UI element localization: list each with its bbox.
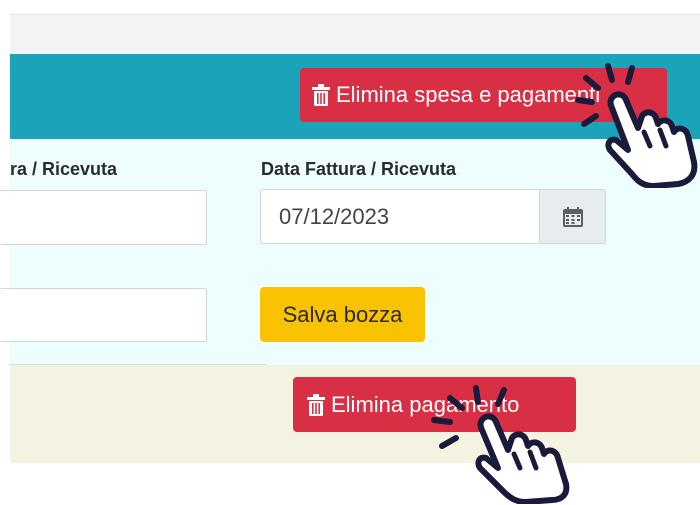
hand-pointer-icon [575, 63, 698, 188]
hand-pointer-icon [431, 385, 570, 504]
trash-icon [307, 393, 325, 416]
invoice-field-label: ra / Ricevuta [10, 159, 118, 179]
trash-icon [312, 84, 330, 106]
invoice-date-label: Data Fattura / Ricevuta [261, 159, 457, 179]
top-toolbar-strip [10, 14, 700, 55]
save-draft-label: Salva bozza [282, 301, 403, 327]
invoice-date-value: 07/12/2023 [279, 203, 390, 229]
secondary-input[interactable] [0, 288, 207, 342]
invoice-date-input[interactable]: 07/12/2023 [260, 189, 540, 244]
calendar-icon [562, 206, 583, 227]
calendar-button[interactable] [539, 189, 606, 244]
save-draft-button[interactable]: Salva bozza [260, 287, 425, 342]
delete-expense-label: Elimina spesa e pagamenti [336, 82, 601, 107]
invoice-number-input[interactable] [0, 190, 207, 245]
